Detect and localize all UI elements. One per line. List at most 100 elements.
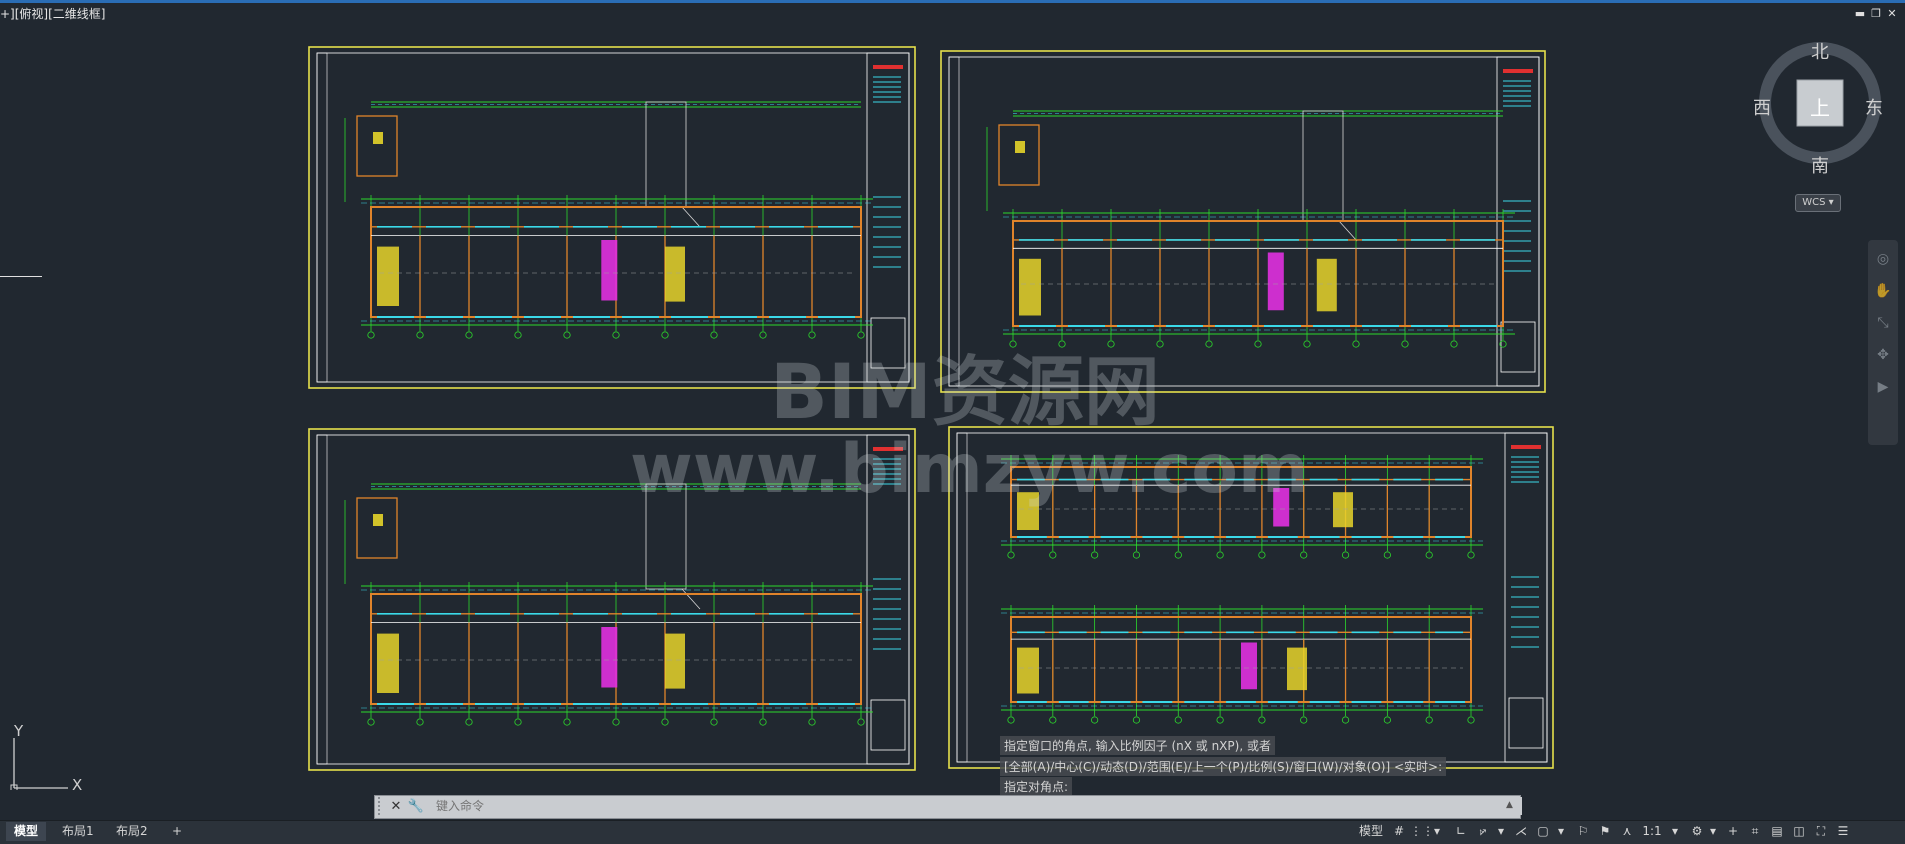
ortho-icon[interactable]: ∟ xyxy=(1452,822,1470,841)
axis-bubble xyxy=(1216,716,1224,724)
customize-menu-icon[interactable]: ☰ xyxy=(1834,822,1852,841)
polar-dropdown-icon[interactable]: ▾ xyxy=(1494,822,1508,841)
axis-bubble xyxy=(808,331,816,339)
axis-bubble xyxy=(1425,716,1433,724)
orbit-icon[interactable]: ✥ xyxy=(1868,342,1898,368)
scale-dropdown-icon[interactable]: ▾ xyxy=(1668,822,1682,841)
axis-bubble xyxy=(612,331,620,339)
workspace-gear-icon[interactable]: ⚙ xyxy=(1688,822,1706,841)
isolate-objects-icon[interactable]: ◫ xyxy=(1790,822,1808,841)
axis-bubble xyxy=(367,718,375,726)
axis-bubble xyxy=(1303,340,1311,348)
annotation-monitor-icon[interactable]: + xyxy=(1724,822,1742,841)
axis-bubble xyxy=(710,718,718,726)
autoscale-icon[interactable]: ⚑ xyxy=(1596,822,1614,841)
pan-icon[interactable]: ✋ xyxy=(1868,278,1898,304)
axis-bubble xyxy=(563,718,571,726)
viewcube-top-face[interactable]: 上 xyxy=(1810,92,1830,121)
axis-bubble xyxy=(1132,716,1141,724)
ucs-y-label: Y xyxy=(14,722,24,740)
customize-wrench-icon[interactable]: 🔧 xyxy=(406,799,426,814)
snap-icon[interactable]: ⋮⋮ xyxy=(1410,822,1434,841)
axis-bubble xyxy=(661,718,669,726)
command-grip[interactable] xyxy=(378,797,384,815)
stair xyxy=(373,132,383,144)
compass-east[interactable]: 东 xyxy=(1865,94,1883,120)
axis-bubble xyxy=(1007,716,1015,724)
binding-strip xyxy=(316,434,328,765)
axis-bubble xyxy=(465,718,473,726)
stair xyxy=(1017,492,1039,530)
grid-icon[interactable]: # xyxy=(1390,822,1408,841)
stair xyxy=(373,514,383,526)
steering-wheel-icon[interactable]: ◎ xyxy=(1868,246,1898,272)
axis-bubble xyxy=(1425,551,1433,559)
axis-bubble xyxy=(1383,551,1391,559)
axis-bubble xyxy=(1007,551,1015,559)
command-history-toggle-icon[interactable]: ▲ xyxy=(1506,800,1513,810)
stair xyxy=(1017,647,1039,694)
compass-north[interactable]: 北 xyxy=(1811,38,1829,64)
wcs-menu[interactable]: WCS ▾ xyxy=(1795,194,1841,212)
ramp-outline xyxy=(681,588,701,610)
command-history-line: 指定窗口的角点, 输入比例因子 (nX 或 nXP), 或者 xyxy=(1000,736,1275,755)
axis-bubble xyxy=(1258,716,1266,724)
units-icon[interactable]: ⌗ xyxy=(1746,822,1764,841)
annotation-scale-value[interactable]: 1:1 xyxy=(1638,822,1666,841)
axis-bubble xyxy=(661,331,669,339)
toilet-core xyxy=(1267,252,1284,311)
wcs-label: WCS xyxy=(1802,197,1826,208)
axis-bubble xyxy=(1450,340,1458,348)
fullscreen-icon[interactable]: ⛶ xyxy=(1812,822,1830,841)
tab-model[interactable]: 模型 xyxy=(6,822,47,841)
toilet-core xyxy=(1273,488,1290,527)
workspace-dropdown-icon[interactable]: ▾ xyxy=(1706,822,1720,841)
command-input[interactable] xyxy=(430,797,1522,815)
axis-bubble xyxy=(514,718,522,726)
title-block-mark xyxy=(1503,69,1533,73)
viewcube[interactable]: 北 南 东 西 上 xyxy=(1753,38,1885,177)
axis-bubble xyxy=(514,331,522,339)
axis-bubble xyxy=(465,331,473,339)
add-layout-button[interactable]: + xyxy=(164,822,190,841)
quick-properties-icon[interactable]: ▤ xyxy=(1768,822,1786,841)
ramp-outline xyxy=(1302,110,1344,222)
showmotion-icon[interactable]: ▶ xyxy=(1868,374,1898,400)
compass-west[interactable]: 西 xyxy=(1753,94,1771,120)
stair-block-wall xyxy=(356,115,398,177)
annotation-visibility-icon[interactable]: ⚐ xyxy=(1574,822,1592,841)
tab-layout1[interactable]: 布局1 xyxy=(54,822,102,841)
title-block-mark xyxy=(873,447,903,451)
isodraft-icon[interactable]: ⋌ xyxy=(1512,822,1530,841)
stair xyxy=(1015,141,1025,153)
binding-strip xyxy=(316,52,328,383)
polar-tracking-icon[interactable]: ⦬ xyxy=(1474,822,1492,841)
axis-bubble xyxy=(759,331,767,339)
tab-layout2[interactable]: 布局2 xyxy=(108,822,156,841)
axis-bubble xyxy=(612,718,620,726)
toilet-core xyxy=(1241,642,1257,690)
navigation-bar[interactable]: ◎ ✋ ⤡ ✥ ▶ xyxy=(1868,240,1898,445)
exterior-wall xyxy=(1010,466,1472,538)
axis-bubble xyxy=(1341,716,1350,724)
ramp-outline xyxy=(681,206,701,228)
axis-bubble xyxy=(857,718,865,726)
axis-bubble xyxy=(1091,551,1099,559)
title-block-mark xyxy=(1511,445,1541,449)
osnap-dropdown-icon[interactable]: ▾ xyxy=(1554,822,1568,841)
stair xyxy=(665,633,685,689)
axis-bubble xyxy=(1467,551,1475,559)
stair xyxy=(665,246,685,302)
axis-bubble xyxy=(1467,716,1475,724)
stair xyxy=(1316,258,1337,312)
annotation-scale-icon[interactable]: ⋏ xyxy=(1618,822,1636,841)
zoom-icon[interactable]: ⤡ xyxy=(1868,310,1898,336)
drawing-canvas[interactable] xyxy=(0,18,1905,798)
compass-south[interactable]: 南 xyxy=(1811,152,1829,178)
model-space-button[interactable]: 模型 xyxy=(1356,822,1386,841)
close-command-icon[interactable]: ✕ xyxy=(386,799,406,814)
object-snap-icon[interactable]: ▢ xyxy=(1534,822,1552,841)
snap-dropdown-icon[interactable]: ▾ xyxy=(1430,822,1444,841)
axis-bubble xyxy=(367,331,375,339)
title-block-table xyxy=(870,317,906,369)
